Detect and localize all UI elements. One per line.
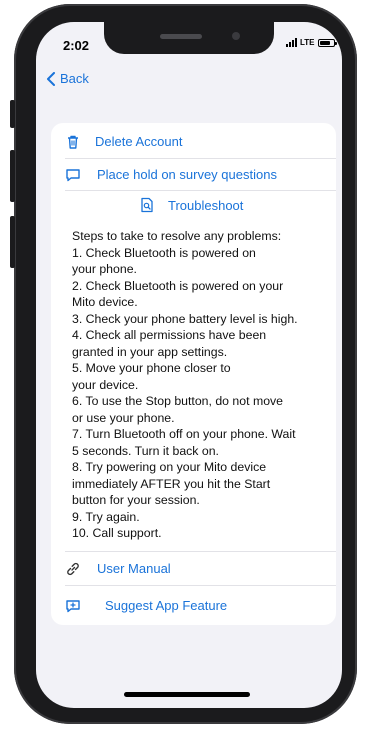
step-line: 7. Turn Bluetooth off on your phone. Wai…	[72, 427, 296, 441]
step-line: your phone.	[72, 262, 137, 276]
signal-icon	[286, 38, 297, 47]
back-button[interactable]: Back	[46, 71, 89, 86]
step-line: 10. Call support.	[72, 526, 162, 540]
network-type: LTE	[300, 38, 315, 47]
step-line: your device.	[72, 377, 139, 392]
step-line: 9. Try again.	[72, 509, 140, 524]
step-line: button for your session.	[72, 493, 200, 507]
delete-account-label: Delete Account	[95, 134, 183, 149]
divider	[65, 585, 336, 586]
trash-icon	[68, 135, 78, 149]
step-line: 3. Check your phone battery level is hig…	[72, 311, 298, 326]
phone-screen: 2:02 LTE Back Delete Account Place hold …	[36, 22, 342, 708]
user-manual-label: User Manual	[97, 561, 171, 576]
step-line: Steps to take to resolve any problems:	[72, 229, 282, 243]
message-icon	[66, 169, 80, 182]
step-line: immediately AFTER you hit the Start	[72, 476, 271, 491]
volume-down-button	[10, 216, 15, 268]
step-line: 1. Check Bluetooth is powered on	[72, 245, 256, 260]
settings-card: Delete Account Place hold on survey ques…	[51, 123, 336, 625]
step-line: 2. Check Bluetooth is powered on your	[72, 278, 284, 293]
place-hold-label: Place hold on survey questions	[97, 167, 277, 182]
user-manual-row[interactable]: User Manual	[51, 553, 336, 585]
status-indicators: LTE	[286, 38, 337, 47]
troubleshoot-steps: Steps to take to resolve any problems: 1…	[72, 228, 332, 542]
delete-account-row[interactable]: Delete Account	[51, 126, 336, 158]
step-line: Mito device.	[72, 295, 138, 309]
step-line: or use your phone.	[72, 410, 175, 425]
step-line: 5 seconds. Turn it back on.	[72, 443, 219, 458]
step-line: 4. Check all permissions have been	[72, 328, 267, 342]
front-camera	[232, 32, 240, 40]
notch	[104, 22, 274, 54]
step-line: 6. To use the Stop button, do not move	[72, 394, 284, 408]
troubleshoot-row[interactable]: Troubleshoot	[51, 191, 336, 223]
suggest-feature-row[interactable]: Suggest App Feature	[51, 590, 336, 622]
back-label: Back	[60, 71, 89, 86]
speaker-grille	[160, 34, 202, 39]
home-indicator[interactable]	[124, 692, 250, 697]
message-plus-icon	[66, 600, 80, 613]
mute-switch	[10, 100, 15, 128]
divider	[65, 551, 336, 552]
troubleshoot-label: Troubleshoot	[168, 198, 244, 213]
volume-up-button	[10, 150, 15, 202]
link-icon	[67, 562, 79, 576]
place-hold-row[interactable]: Place hold on survey questions	[51, 159, 336, 191]
document-search-icon	[141, 197, 153, 213]
step-line: granted in your app settings.	[72, 344, 228, 359]
status-time: 2:02	[63, 38, 90, 53]
suggest-feature-label: Suggest App Feature	[105, 598, 228, 613]
step-line: 5. Move your phone closer to	[72, 361, 231, 375]
chevron-left-icon	[47, 71, 55, 86]
step-line: 8. Try powering on your Mito device	[72, 460, 267, 474]
battery-icon	[317, 38, 337, 47]
